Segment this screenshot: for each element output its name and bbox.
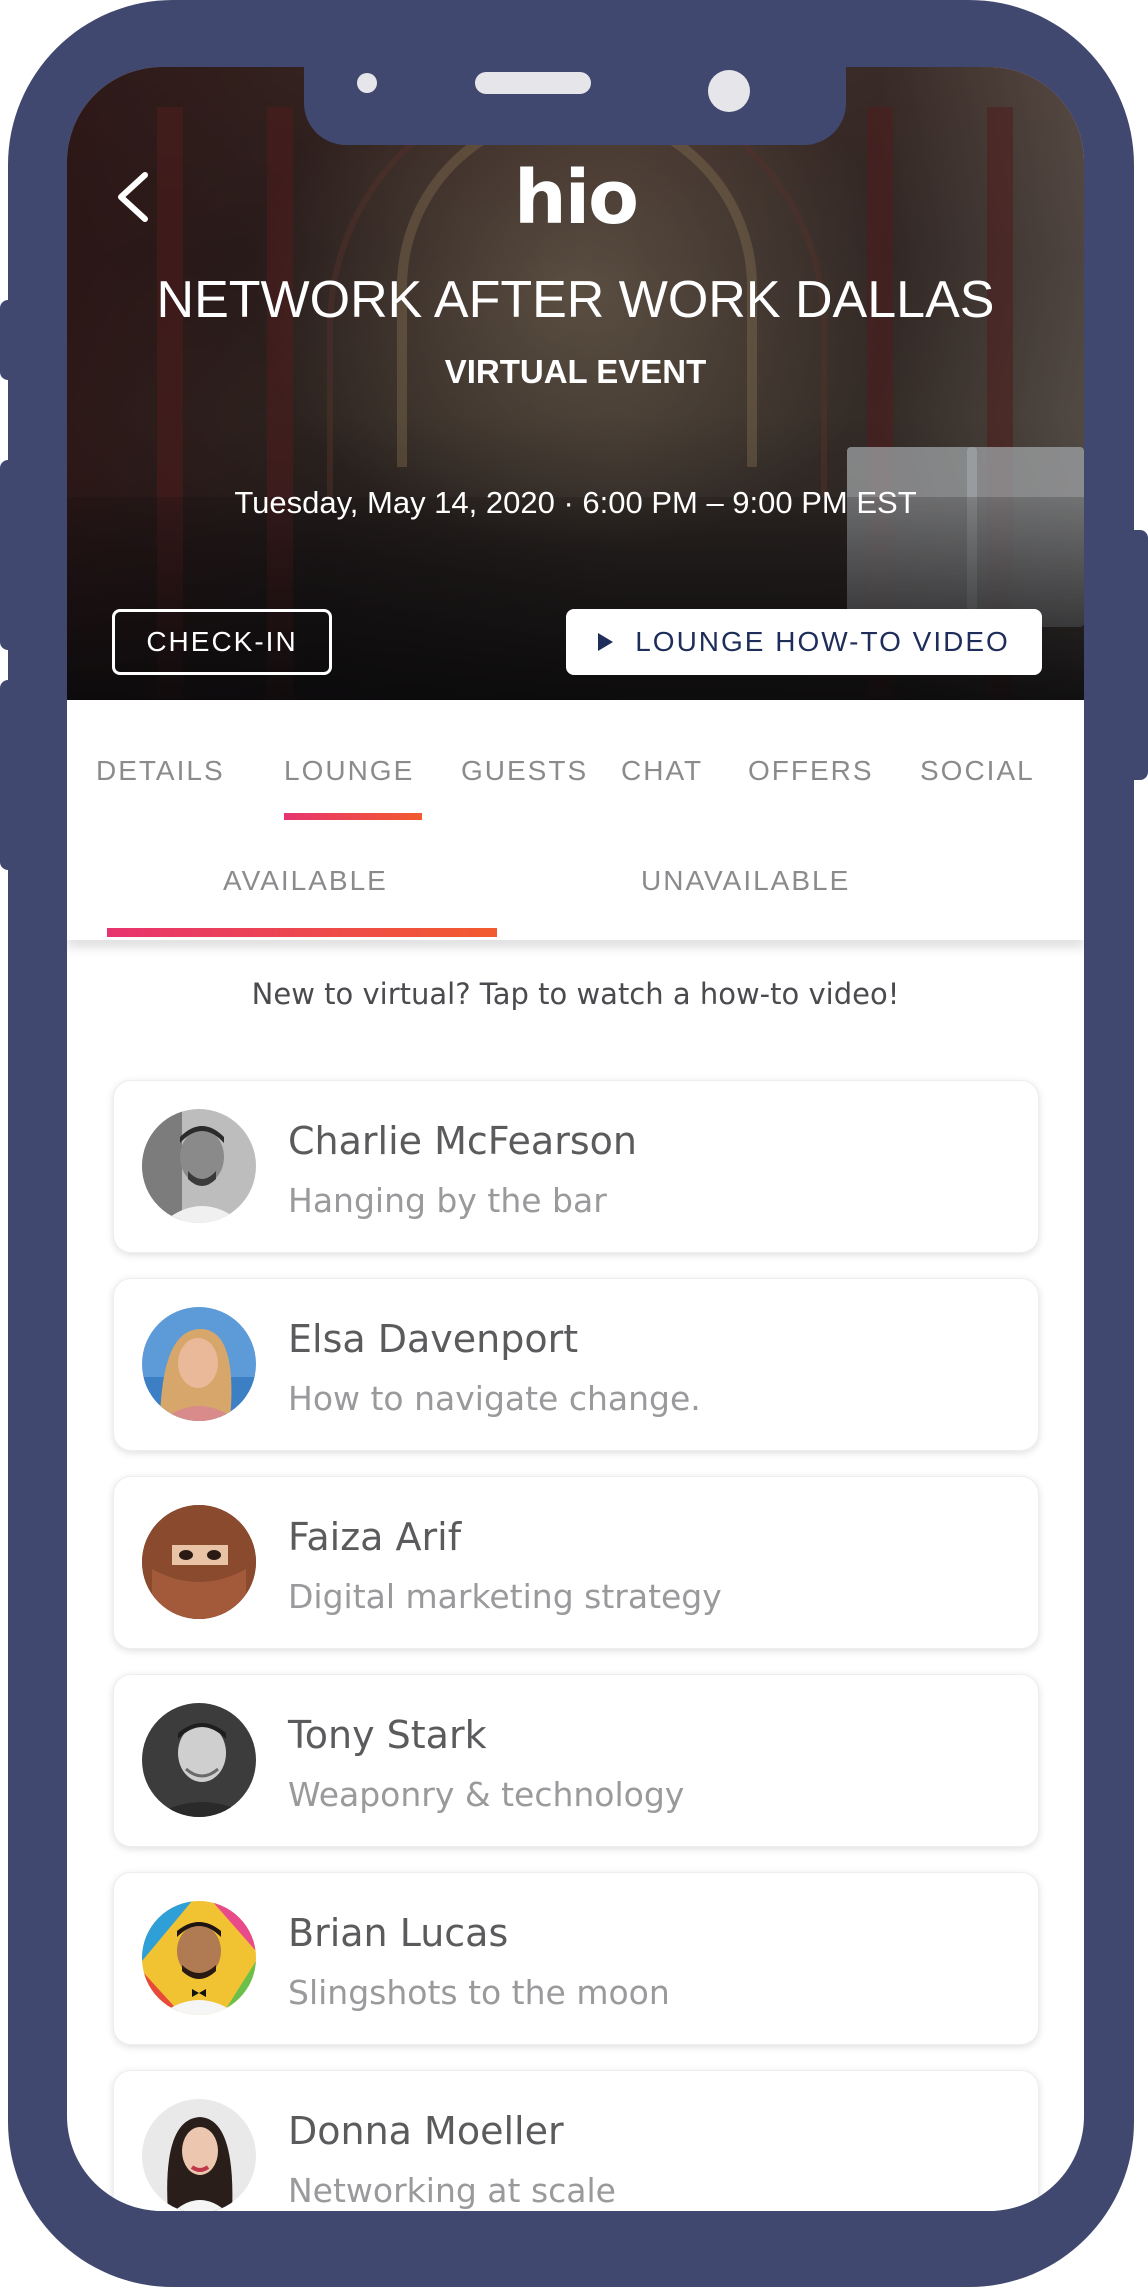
attendee-card[interactable]: Brian Lucas Slingshots to the moon	[113, 1872, 1039, 2045]
attendee-status: Weaponry & technology	[288, 1775, 685, 1814]
active-subtab-indicator	[107, 928, 497, 937]
tab-guests[interactable]: GUESTS	[461, 755, 588, 787]
attendee-status: How to navigate change.	[288, 1379, 701, 1418]
phone-screen: hio NETWORK AFTER WORK DALLAS VIRTUAL EV…	[67, 67, 1084, 2211]
event-subtitle: VIRTUAL EVENT	[444, 353, 707, 390]
attendee-status: Slingshots to the moon	[288, 1973, 670, 2012]
attendee-card[interactable]: Charlie McFearson Hanging by the bar	[113, 1080, 1039, 1253]
volume-up-button	[0, 460, 18, 650]
tab-offers[interactable]: OFFERS	[748, 755, 874, 787]
tab-details[interactable]: DETAILS	[96, 755, 225, 787]
lounge-howto-video-button[interactable]: LOUNGE HOW-TO VIDEO	[566, 609, 1042, 675]
phone-notch	[304, 67, 846, 145]
front-camera	[708, 70, 750, 112]
attendee-card[interactable]: Donna Moeller Networking at scale	[113, 2070, 1039, 2211]
volume-down-button	[0, 680, 18, 870]
attendee-status: Networking at scale	[288, 2171, 616, 2210]
attendee-card[interactable]: Faiza Arif Digital marketing strategy	[113, 1476, 1039, 1649]
play-icon	[598, 633, 614, 651]
lounge-howto-label: LOUNGE HOW-TO VIDEO	[635, 626, 1010, 657]
sensor-dot	[357, 73, 377, 93]
event-datetime: Tuesday, May 14, 2020 · 6:00 PM – 9:00 P…	[234, 485, 917, 520]
subtab-available[interactable]: AVAILABLE	[223, 865, 388, 897]
attendee-name: Brian Lucas	[288, 1911, 509, 1955]
attendee-name: Charlie McFearson	[288, 1119, 637, 1163]
attendee-card[interactable]: Elsa Davenport How to navigate change.	[113, 1278, 1039, 1451]
availability-tab-bar: AVAILABLE UNAVAILABLE	[67, 820, 1084, 940]
attendee-card[interactable]: Tony Stark Weaponry & technology	[113, 1674, 1039, 1847]
app-logo: hio	[514, 155, 639, 241]
avatar	[142, 1307, 256, 1421]
attendee-name: Donna Moeller	[288, 2109, 564, 2153]
check-in-button[interactable]: CHECK-IN	[112, 609, 332, 675]
tab-social[interactable]: SOCIAL	[920, 755, 1035, 787]
avatar	[142, 2099, 256, 2211]
speaker-grille	[475, 72, 591, 94]
mute-switch	[0, 300, 18, 380]
attendee-name: Tony Stark	[288, 1713, 487, 1757]
avatar	[142, 1703, 256, 1817]
event-title: NETWORK AFTER WORK DALLAS	[156, 271, 995, 329]
power-button	[1128, 530, 1148, 780]
attendee-status: Digital marketing strategy	[288, 1577, 722, 1616]
avatar	[142, 1109, 256, 1223]
howto-video-prompt[interactable]: New to virtual? Tap to watch a how-to vi…	[67, 977, 1084, 1011]
tab-lounge[interactable]: LOUNGE	[284, 755, 414, 787]
avatar	[142, 1901, 256, 2015]
attendee-name: Faiza Arif	[288, 1515, 462, 1559]
attendee-name: Elsa Davenport	[288, 1317, 579, 1361]
subtab-unavailable[interactable]: UNAVAILABLE	[641, 865, 850, 897]
tab-chat[interactable]: CHAT	[621, 755, 703, 787]
event-tab-bar: DETAILS LOUNGE GUESTS CHAT OFFERS SOCIAL	[67, 700, 1084, 821]
avatar	[142, 1505, 256, 1619]
check-in-label: CHECK-IN	[146, 626, 298, 657]
attendee-status: Hanging by the bar	[288, 1181, 607, 1220]
